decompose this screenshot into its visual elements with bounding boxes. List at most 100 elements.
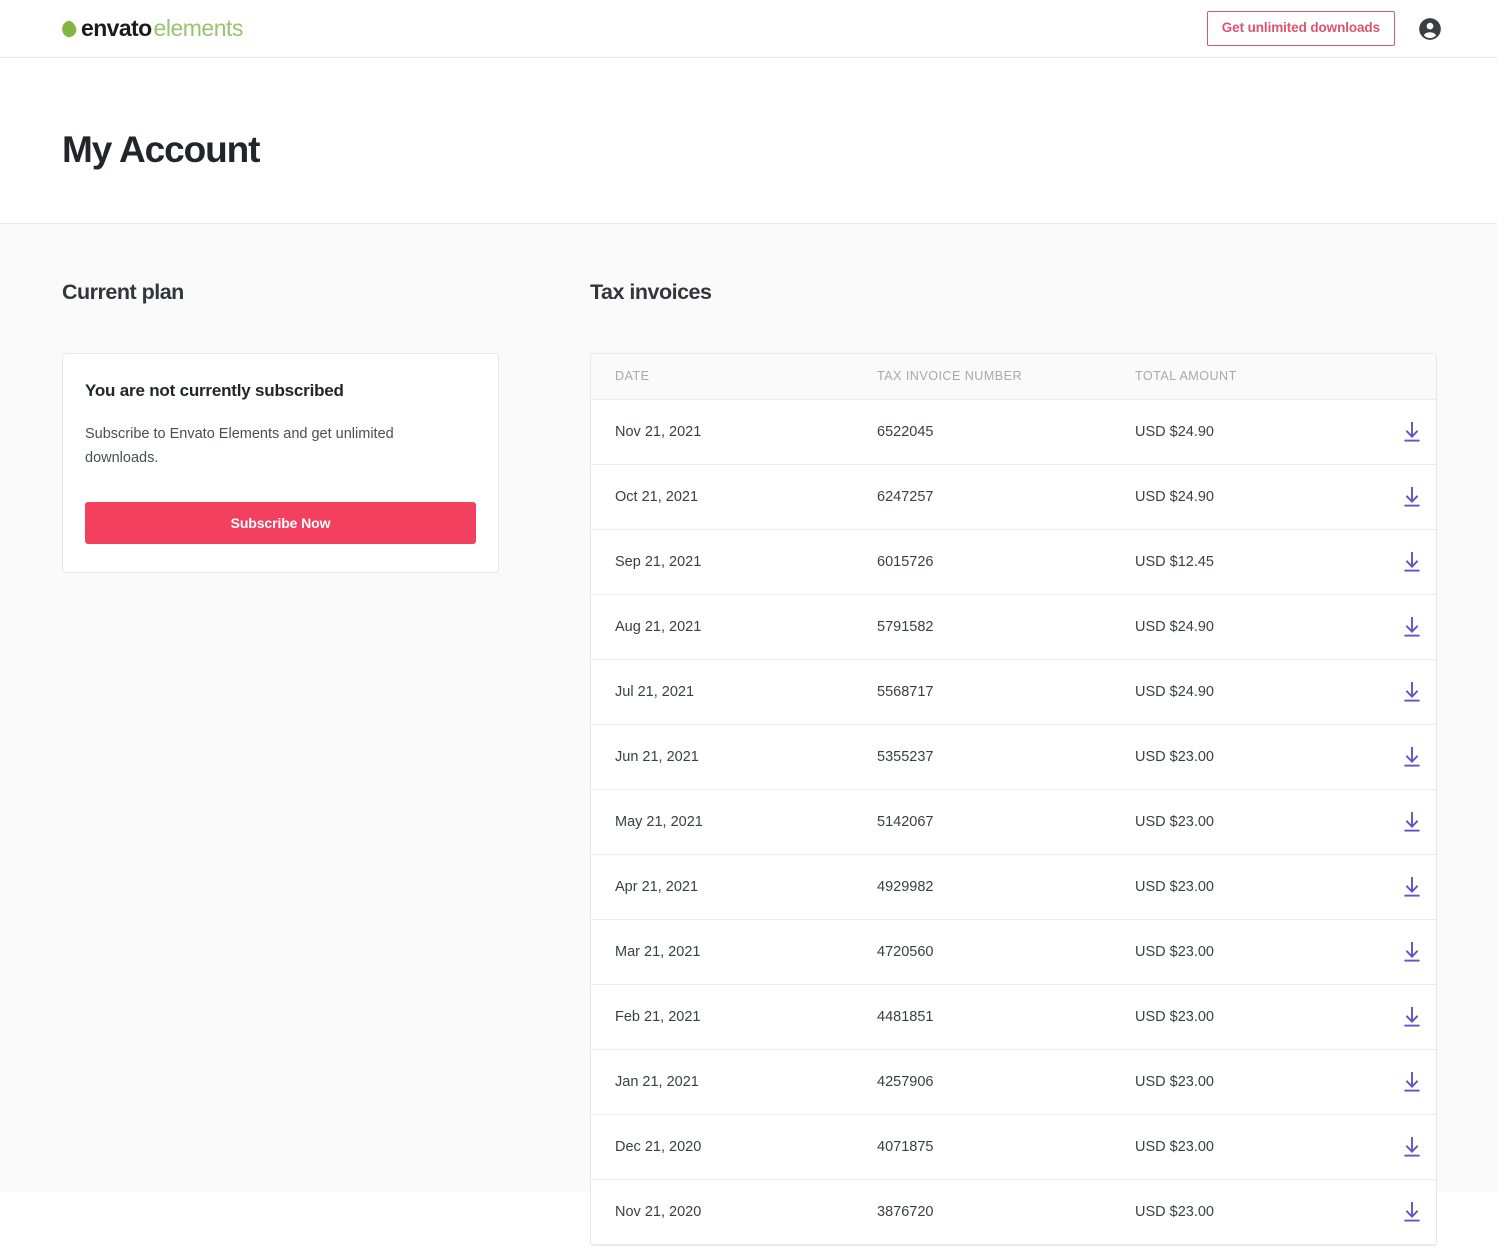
cell-total-amount: USD $24.90 (1111, 595, 1361, 660)
cell-invoice-number: 5355237 (853, 725, 1111, 790)
cell-download (1361, 725, 1437, 790)
cell-invoice-number: 4720560 (853, 920, 1111, 985)
cell-invoice-number: 3876720 (853, 1180, 1111, 1245)
cell-date: Sep 21, 2021 (591, 530, 853, 595)
cell-total-amount: USD $24.90 (1111, 400, 1361, 465)
download-icon[interactable] (1401, 940, 1423, 964)
download-icon[interactable] (1401, 485, 1423, 509)
current-plan-column: Current plan You are not currently subsc… (62, 282, 502, 573)
column-header-date: DATE (591, 354, 853, 400)
cell-date: Dec 21, 2020 (591, 1115, 853, 1180)
cell-date: Jul 21, 2021 (591, 660, 853, 725)
plan-card: You are not currently subscribed Subscri… (62, 353, 499, 573)
table-row: Aug 21, 20215791582USD $24.90 (591, 595, 1437, 660)
top-navigation-bar: envato elements Get unlimited downloads (0, 0, 1497, 58)
tax-invoices-table: DATE TAX INVOICE NUMBER TOTAL AMOUNT Nov… (591, 354, 1437, 1245)
tax-invoices-column: Tax invoices DATE TAX INVOICE NUMBER TOT… (502, 282, 1437, 1246)
logo-text-elements: elements (154, 17, 243, 40)
cell-date: May 21, 2021 (591, 790, 853, 855)
download-icon[interactable] (1401, 420, 1423, 444)
cell-download (1361, 465, 1437, 530)
cell-total-amount: USD $23.00 (1111, 1180, 1361, 1245)
cell-download (1361, 1180, 1437, 1245)
cell-total-amount: USD $23.00 (1111, 790, 1361, 855)
current-plan-heading: Current plan (62, 282, 472, 304)
table-row: Nov 21, 20216522045USD $24.90 (591, 400, 1437, 465)
cell-invoice-number: 4257906 (853, 1050, 1111, 1115)
leaf-icon (60, 19, 78, 39)
table-row: Dec 21, 20204071875USD $23.00 (591, 1115, 1437, 1180)
download-icon[interactable] (1401, 1200, 1423, 1224)
cell-invoice-number: 5142067 (853, 790, 1111, 855)
cell-date: Apr 21, 2021 (591, 855, 853, 920)
cell-download (1361, 790, 1437, 855)
cell-invoice-number: 4929982 (853, 855, 1111, 920)
logo-text-envato: envato (81, 17, 152, 40)
table-row: Jun 21, 20215355237USD $23.00 (591, 725, 1437, 790)
cell-invoice-number: 4481851 (853, 985, 1111, 1050)
download-icon[interactable] (1401, 745, 1423, 769)
page-title-band: My Account (0, 58, 1497, 224)
table-row: Sep 21, 20216015726USD $12.45 (591, 530, 1437, 595)
cell-download (1361, 530, 1437, 595)
cell-total-amount: USD $23.00 (1111, 725, 1361, 790)
cell-invoice-number: 6522045 (853, 400, 1111, 465)
cell-total-amount: USD $12.45 (1111, 530, 1361, 595)
column-header-total-amount: TOTAL AMOUNT (1111, 354, 1361, 400)
column-header-invoice-number: TAX INVOICE NUMBER (853, 354, 1111, 400)
cell-download (1361, 1115, 1437, 1180)
table-header: DATE TAX INVOICE NUMBER TOTAL AMOUNT (591, 354, 1437, 400)
top-bar-actions: Get unlimited downloads (1207, 11, 1443, 46)
table-row: Jul 21, 20215568717USD $24.90 (591, 660, 1437, 725)
download-icon[interactable] (1401, 1005, 1423, 1029)
get-unlimited-downloads-button[interactable]: Get unlimited downloads (1207, 11, 1395, 46)
cell-download (1361, 595, 1437, 660)
cell-download (1361, 985, 1437, 1050)
account-circle-icon[interactable] (1417, 16, 1443, 42)
table-row: May 21, 20215142067USD $23.00 (591, 790, 1437, 855)
cell-date: Nov 21, 2020 (591, 1180, 853, 1245)
cell-date: Aug 21, 2021 (591, 595, 853, 660)
cell-invoice-number: 5791582 (853, 595, 1111, 660)
cell-download (1361, 920, 1437, 985)
subscribe-now-button[interactable]: Subscribe Now (85, 502, 476, 544)
cell-total-amount: USD $23.00 (1111, 920, 1361, 985)
cell-total-amount: USD $24.90 (1111, 660, 1361, 725)
tax-invoices-table-card: DATE TAX INVOICE NUMBER TOTAL AMOUNT Nov… (590, 353, 1437, 1246)
table-body: Nov 21, 20216522045USD $24.90Oct 21, 202… (591, 400, 1437, 1245)
download-icon[interactable] (1401, 1070, 1423, 1094)
download-icon[interactable] (1401, 810, 1423, 834)
cell-date: Jan 21, 2021 (591, 1050, 853, 1115)
column-header-download (1361, 354, 1437, 400)
table-row: Nov 21, 20203876720USD $23.00 (591, 1180, 1437, 1245)
cell-date: Jun 21, 2021 (591, 725, 853, 790)
table-row: Oct 21, 20216247257USD $24.90 (591, 465, 1437, 530)
cell-date: Nov 21, 2021 (591, 400, 853, 465)
cell-total-amount: USD $24.90 (1111, 465, 1361, 530)
cell-download (1361, 1050, 1437, 1115)
download-icon[interactable] (1401, 680, 1423, 704)
cell-invoice-number: 5568717 (853, 660, 1111, 725)
download-icon[interactable] (1401, 1135, 1423, 1159)
table-header-row: DATE TAX INVOICE NUMBER TOTAL AMOUNT (591, 354, 1437, 400)
plan-status-text: You are not currently subscribed (85, 381, 476, 401)
download-icon[interactable] (1401, 875, 1423, 899)
cell-download (1361, 400, 1437, 465)
envato-elements-logo[interactable]: envato elements (62, 17, 243, 41)
cell-total-amount: USD $23.00 (1111, 1050, 1361, 1115)
table-row: Mar 21, 20214720560USD $23.00 (591, 920, 1437, 985)
main-content: Current plan You are not currently subsc… (0, 224, 1497, 1192)
cell-date: Mar 21, 2021 (591, 920, 853, 985)
download-icon[interactable] (1401, 550, 1423, 574)
plan-description: Subscribe to Envato Elements and get unl… (85, 423, 435, 471)
table-row: Apr 21, 20214929982USD $23.00 (591, 855, 1437, 920)
table-row: Jan 21, 20214257906USD $23.00 (591, 1050, 1437, 1115)
cell-total-amount: USD $23.00 (1111, 855, 1361, 920)
cell-invoice-number: 6247257 (853, 465, 1111, 530)
cell-total-amount: USD $23.00 (1111, 1115, 1361, 1180)
tax-invoices-heading: Tax invoices (590, 282, 1437, 304)
cell-date: Oct 21, 2021 (591, 465, 853, 530)
table-row: Feb 21, 20214481851USD $23.00 (591, 985, 1437, 1050)
download-icon[interactable] (1401, 615, 1423, 639)
cell-invoice-number: 6015726 (853, 530, 1111, 595)
